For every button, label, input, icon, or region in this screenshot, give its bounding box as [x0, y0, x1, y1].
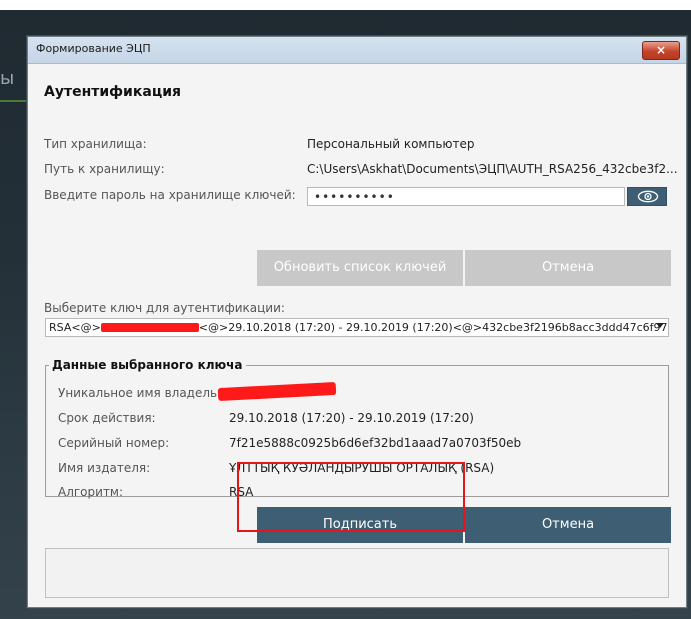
status-panel [45, 548, 669, 598]
window-titlebar[interactable]: Формирование ЭЦП × [28, 37, 686, 64]
desktop-partial-text: ы [0, 68, 15, 89]
algorithm-label: Алгоритм: [58, 485, 124, 499]
key-select-label: Выберите ключ для аутентификации: [44, 301, 285, 315]
chevron-down-icon [656, 323, 664, 328]
storage-type-label: Тип хранилища: [44, 137, 147, 151]
key-info-legend: Данные выбранного ключа [49, 358, 246, 372]
redaction-mark [100, 322, 199, 332]
storage-path-label: Путь к хранилищу: [44, 162, 165, 176]
key-select-value: <@>29.10.2018 (17:20) - 29.10.2019 (17:2… [198, 321, 669, 334]
cancel-bottom-button[interactable]: Отмена [465, 507, 671, 543]
highlight-annotation [237, 462, 465, 532]
key-select-prefix: RSA<@> [49, 321, 101, 334]
serial-value: 7f21e5888c0925b6d6ef32bd1aaad7a0703f50eb [229, 436, 522, 450]
close-icon: × [655, 43, 667, 57]
validity-value: 29.10.2018 (17:20) - 29.10.2019 (17:20) [229, 411, 474, 425]
refresh-keys-button[interactable]: Обновить список ключей [257, 250, 463, 286]
key-select[interactable]: RSA<@> <@>29.10.2018 (17:20) - 29.10.2019… [45, 318, 669, 337]
password-input[interactable]: •••••••••• [307, 187, 625, 206]
password-label: Введите пароль на хранилище ключей: [44, 188, 296, 202]
issuer-label: Имя издателя: [58, 461, 151, 475]
cancel-top-button[interactable]: Отмена [465, 250, 671, 286]
window-title: Формирование ЭЦП [36, 42, 151, 55]
storage-path-value: C:\Users\Askhat\Documents\ЭЦП\AUTH_RSA25… [307, 162, 678, 176]
validity-label: Срок действия: [58, 411, 156, 425]
storage-type-value: Персональный компьютер [307, 137, 475, 151]
owner-label: Уникальное имя владельца: [58, 386, 237, 400]
desktop-accent-line [0, 100, 30, 102]
page-title: Аутентификация [44, 84, 181, 100]
show-password-button[interactable] [627, 187, 667, 206]
eye-icon [637, 190, 659, 203]
signing-dialog: Формирование ЭЦП × Аутентификация Тип хр… [27, 36, 687, 608]
close-button[interactable]: × [642, 41, 680, 60]
serial-label: Серийный номер: [58, 436, 170, 450]
